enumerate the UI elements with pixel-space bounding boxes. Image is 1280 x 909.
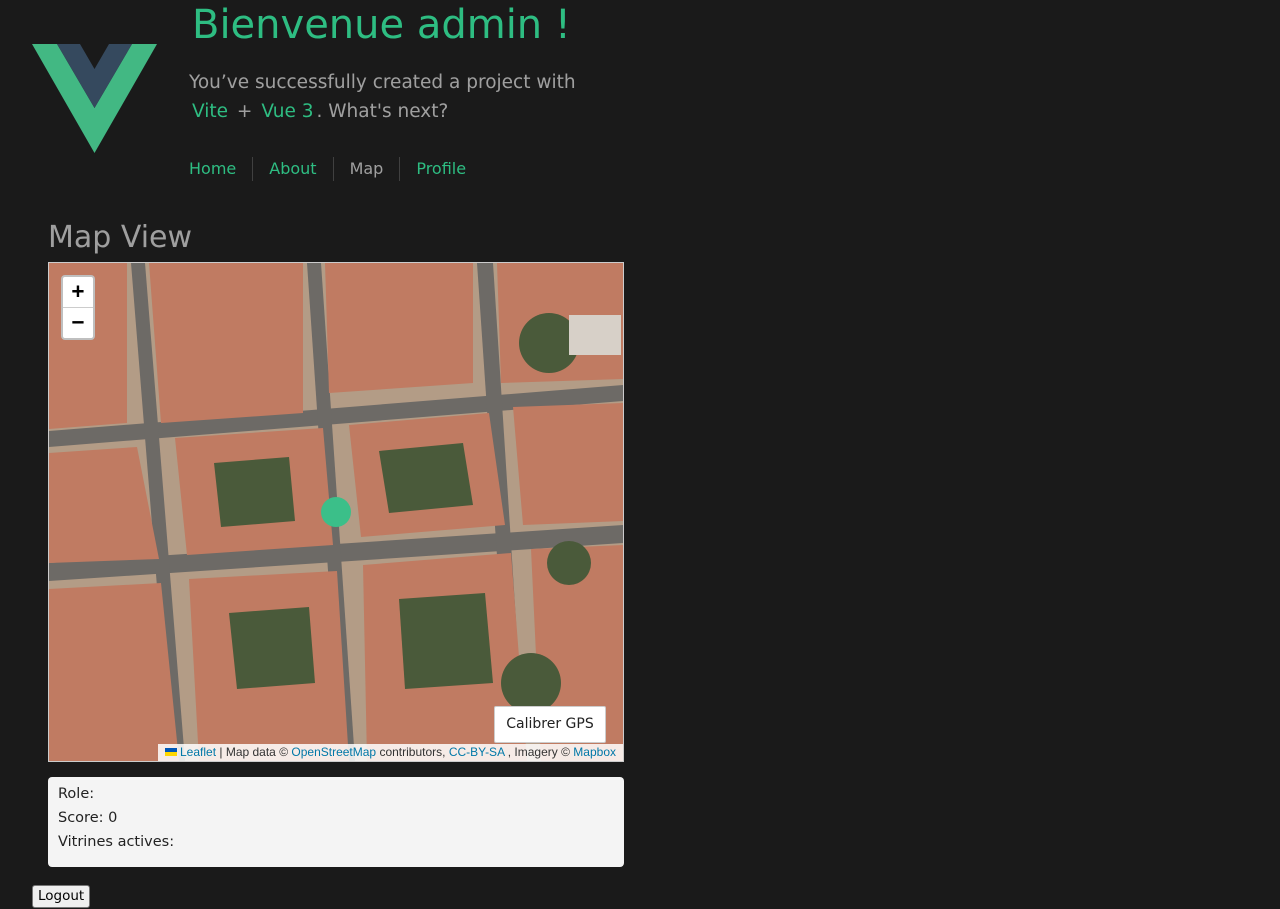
map-attribution: Leaflet | Map data © OpenStreetMap contr…	[158, 744, 623, 761]
zoom-in-button[interactable]: +	[63, 277, 93, 307]
vite-link[interactable]: Vite	[189, 101, 231, 122]
greeting-subtitle: You’ve successfully created a project wi…	[189, 68, 589, 126]
osm-link[interactable]: OpenStreetMap	[291, 745, 376, 759]
attribution-map-data: | Map data ©	[219, 745, 289, 759]
zoom-out-button[interactable]: −	[63, 307, 93, 338]
calibrate-gps-button[interactable]: Calibrer GPS	[494, 706, 606, 743]
score-label: Score: 0	[58, 810, 118, 826]
vue-link[interactable]: Vue 3	[258, 101, 316, 122]
page-title: Map View	[48, 220, 193, 255]
nav-about[interactable]: About	[252, 157, 332, 181]
plus-sign: +	[236, 101, 253, 122]
nav-profile[interactable]: Profile	[399, 157, 482, 181]
vue-logo-icon	[32, 44, 157, 153]
attribution-contributors: contributors,	[379, 745, 446, 759]
vitrines-label: Vitrines actives:	[58, 834, 175, 850]
user-info-panel: Role: Score: 0 Vitrines actives:	[48, 777, 624, 867]
main-nav: Home About Map Profile	[173, 157, 482, 181]
leaflet-link[interactable]: Leaflet	[180, 745, 216, 759]
greeting-title: Bienvenue admin !	[192, 2, 571, 48]
ukraine-flag-icon	[165, 748, 177, 756]
subtitle-suffix: . What's next?	[316, 101, 449, 122]
location-marker[interactable]	[321, 497, 351, 527]
nav-home[interactable]: Home	[173, 157, 252, 181]
attribution-imagery: , Imagery ©	[507, 745, 570, 759]
license-link[interactable]: CC-BY-SA	[449, 745, 505, 759]
subtitle-prefix: You’ve successfully created a project wi…	[189, 72, 576, 93]
nav-map[interactable]: Map	[332, 157, 400, 181]
role-label: Role:	[58, 786, 95, 802]
logout-button[interactable]: Logout	[32, 885, 91, 908]
mapbox-link[interactable]: Mapbox	[573, 745, 616, 759]
map-container[interactable]: + − Calibrer GPS Leaflet | Map data © Op…	[48, 262, 624, 762]
zoom-control: + −	[61, 275, 95, 340]
